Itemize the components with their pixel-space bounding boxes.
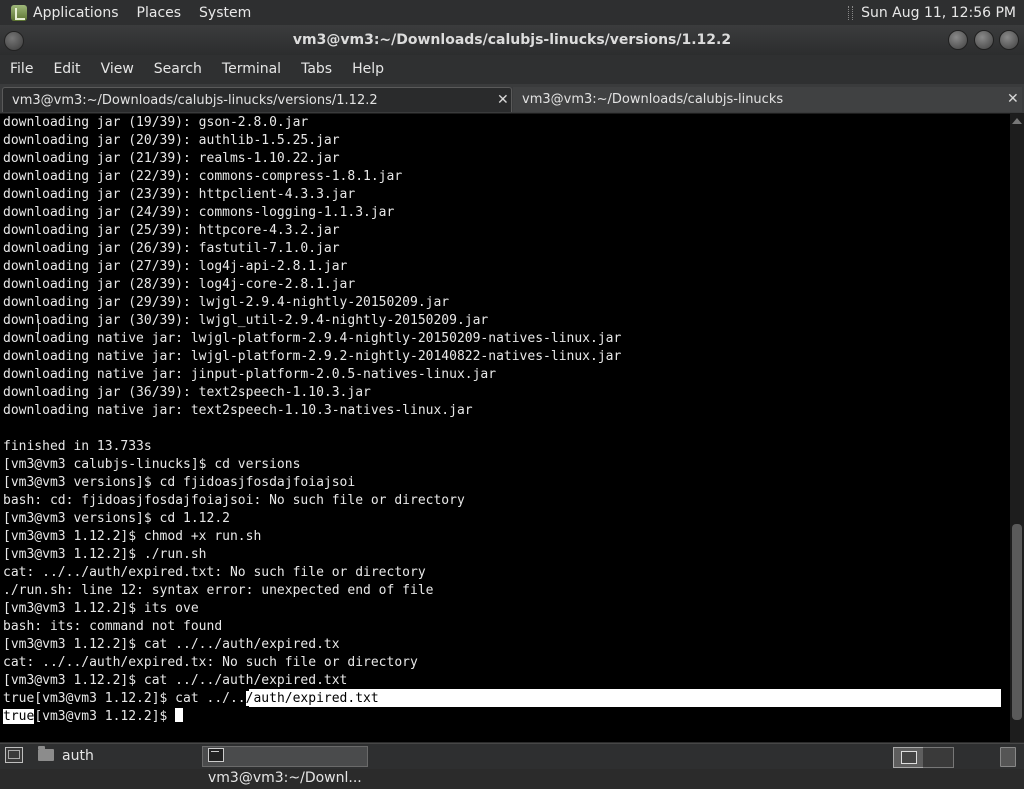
terminal-line: downloading native jar: lwjgl-platform-2…	[3, 331, 622, 346]
taskbar-label: auth	[62, 748, 94, 764]
terminal-line: ./run.sh: line 12: syntax error: unexpec…	[3, 583, 434, 598]
top-panel: Applications Places System Sun Aug 11, 1…	[0, 0, 1024, 25]
terminal-line: true[vm3@vm3 1.12.2]$ cat ../../auth/exp…	[3, 690, 621, 708]
applications-menu[interactable]: Applications	[33, 5, 119, 21]
clock[interactable]: Sun Aug 11, 12:56 PM	[861, 5, 1016, 21]
tab-label: vm3@vm3:~/Downloads/calubjs-linucks	[522, 92, 784, 107]
foot-logo-icon[interactable]	[11, 4, 27, 21]
terminal-line: downloading native jar: text2speech-1.10…	[3, 403, 473, 418]
menu-edit[interactable]: Edit	[43, 55, 90, 84]
terminal-line: [vm3@vm3 1.12.2]$ chmod +x run.sh	[3, 529, 262, 544]
workspace-switcher-icon[interactable]	[893, 747, 925, 768]
terminal-line: [vm3@vm3 versions]$ cd 1.12.2	[3, 511, 230, 526]
show-desktop-icon[interactable]	[5, 747, 23, 763]
tab-versions-1-12-2[interactable]: vm3@vm3:~/Downloads/calubjs-linucks/vers…	[2, 87, 512, 112]
terminal-line: downloading jar (19/39): gson-2.8.0.jar	[3, 115, 309, 130]
menu-search[interactable]: Search	[144, 55, 212, 84]
terminal-line: [vm3@vm3 1.12.2]$ its ove	[3, 601, 199, 616]
terminal-line: bash: cd: fjidoasjfosdajfoiajsoi: No suc…	[3, 493, 465, 508]
places-menu[interactable]: Places	[137, 5, 182, 21]
terminal-line: cat: ../../auth/expired.tx: No such file…	[3, 655, 418, 670]
terminal-line: downloading jar (25/39): httpcore-4.3.2.…	[3, 223, 340, 238]
panel-grip	[848, 5, 854, 20]
terminal-line: downloading jar (28/39): log4j-core-2.8.…	[3, 277, 356, 292]
scroll-thumb[interactable]	[1012, 524, 1022, 720]
terminal-line: downloading jar (21/39): realms-1.10.22.…	[3, 151, 340, 166]
terminal-line: [vm3@vm3 1.12.2]$ cat ../../auth/expired…	[3, 637, 340, 652]
terminal-line: [vm3@vm3 versions]$ cd fjidoasjfosdajfoi…	[3, 475, 356, 490]
taskbar-label: vm3@vm3:~/Downl...	[208, 770, 362, 786]
terminal-line: downloading jar (26/39): fastutil-7.1.0.…	[3, 241, 340, 256]
window-menu-button[interactable]	[4, 31, 24, 51]
bottom-panel: auth vm3@vm3:~/Downl...	[0, 743, 1024, 786]
tab-label: vm3@vm3:~/Downloads/calubjs-linucks/vers…	[12, 93, 378, 108]
folder-icon	[38, 746, 54, 761]
terminal-line: downloading jar (30/39): lwjgl_util-2.9.…	[3, 313, 489, 328]
workspace-2[interactable]	[923, 747, 954, 768]
terminal-line: downloading jar (20/39): authlib-1.5.25.…	[3, 133, 340, 148]
menubar: File Edit View Search Terminal Tabs Help	[0, 55, 1024, 84]
terminal-line: downloading jar (23/39): httpclient-4.3.…	[3, 187, 356, 202]
terminal-line: downloading jar (24/39): commons-logging…	[3, 205, 395, 220]
trash-icon[interactable]	[1000, 747, 1016, 767]
window-titlebar[interactable]: vm3@vm3:~/Downloads/calubjs-linucks/vers…	[0, 25, 1024, 55]
selected-line-prefix: true[vm3@vm3 1.12.2]$ cat ../..	[3, 691, 246, 706]
menu-file[interactable]: File	[0, 55, 43, 84]
scrollbar[interactable]	[1010, 114, 1024, 742]
selected-text: /auth/expired.txt	[245, 691, 379, 706]
system-menu[interactable]: System	[199, 5, 251, 21]
terminal-line: downloading jar (36/39): text2speech-1.1…	[3, 385, 371, 400]
terminal-line: downloading jar (27/39): log4j-api-2.8.1…	[3, 259, 348, 274]
terminal-line: cat: ../../auth/expired.txt: No such fil…	[3, 565, 426, 580]
minimize-button[interactable]	[948, 30, 968, 50]
terminal-line: downloading native jar: lwjgl-platform-2…	[3, 349, 622, 364]
terminal-line: [vm3@vm3 1.12.2]$ ./run.sh	[3, 547, 207, 562]
menu-terminal[interactable]: Terminal	[212, 55, 291, 84]
panel-right-area: Sun Aug 11, 12:56 PM	[848, 0, 1016, 25]
tab-bar: vm3@vm3:~/Downloads/calubjs-linucks/vers…	[0, 84, 1024, 114]
terminal-icon	[208, 748, 224, 762]
scroll-up-arrow-icon[interactable]	[1012, 118, 1022, 124]
terminal-line: [vm3@vm3 1.12.2]$ cat ../../auth/expired…	[3, 673, 348, 688]
maximize-button[interactable]	[974, 30, 994, 50]
prompt: [vm3@vm3 1.12.2]$	[34, 709, 176, 724]
mouse-ibeam-cursor	[35, 318, 42, 336]
terminal-line: downloading jar (29/39): lwjgl-2.9.4-nig…	[3, 295, 450, 310]
terminal-view[interactable]: downloading jar (19/39): gson-2.8.0.jar d…	[0, 114, 1010, 742]
terminal-line: finished in 13.733s	[3, 439, 152, 454]
menu-tabs[interactable]: Tabs	[291, 55, 342, 84]
menu-help[interactable]: Help	[342, 55, 394, 84]
terminal-line: downloading native jar: jinput-platform-…	[3, 367, 497, 382]
close-window-button[interactable]	[999, 30, 1019, 50]
taskbar-folder-auth[interactable]: auth	[38, 746, 198, 767]
terminal-line: downloading jar (22/39): commons-compres…	[3, 169, 403, 184]
terminal-output: downloading jar (19/39): gson-2.8.0.jar d…	[3, 114, 621, 726]
terminal-line: bash: its: command not found	[3, 619, 223, 634]
taskbar-terminal[interactable]: vm3@vm3:~/Downl...	[202, 746, 368, 786]
window-title: vm3@vm3:~/Downloads/calubjs-linucks/vers…	[292, 32, 732, 48]
text-cursor	[175, 708, 184, 722]
close-icon[interactable]: ✕	[1007, 87, 1019, 112]
menu-view[interactable]: View	[91, 55, 144, 84]
highlighted-output: true	[3, 709, 35, 724]
tab-calubjs-linucks[interactable]: vm3@vm3:~/Downloads/calubjs-linucks ✕	[513, 87, 1022, 112]
close-icon[interactable]: ✕	[497, 88, 509, 113]
terminal-line: [vm3@vm3 calubjs-linucks]$ cd versions	[3, 457, 301, 472]
terminal-line: true[vm3@vm3 1.12.2]$	[3, 708, 621, 726]
